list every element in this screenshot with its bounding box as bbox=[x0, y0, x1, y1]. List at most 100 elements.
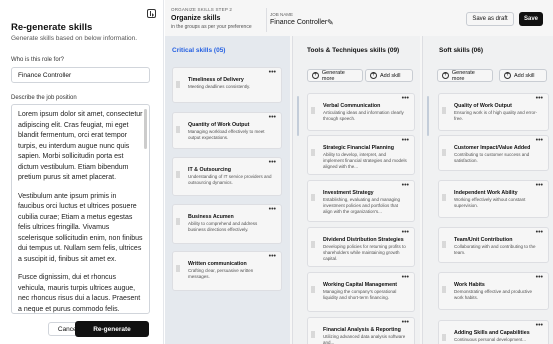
drag-handle-icon[interactable] bbox=[311, 149, 315, 156]
drag-handle-icon[interactable] bbox=[176, 218, 180, 225]
description-paragraph: Vestibulum ante ipsum primis in faucibus… bbox=[18, 192, 143, 263]
skill-description: Continuous personal development... bbox=[454, 337, 527, 342]
skill-title: Written communication bbox=[188, 261, 247, 267]
more-options-icon[interactable]: ••• bbox=[269, 114, 276, 121]
more-options-icon[interactable]: ••• bbox=[402, 319, 409, 326]
tools-skills-title: Tools & Techniques skills (09) bbox=[307, 47, 400, 54]
drag-handle-icon[interactable] bbox=[311, 241, 315, 248]
skill-card[interactable]: ••• IT & Outsourcing Understanding of IT… bbox=[172, 157, 282, 196]
plus-icon: + bbox=[370, 72, 377, 79]
more-options-icon[interactable]: ••• bbox=[536, 95, 543, 102]
soft-skills-title: Soft skills (06) bbox=[439, 47, 484, 54]
skill-card[interactable]: ••• Work Habits Demonstrating effective … bbox=[438, 272, 549, 310]
skill-card[interactable]: ••• Timeliness of Delivery Meeting deadl… bbox=[172, 67, 282, 103]
skill-title: Timeliness of Delivery bbox=[188, 77, 244, 83]
drag-handle-icon[interactable] bbox=[442, 149, 446, 156]
skill-title: Working Capital Management bbox=[323, 282, 398, 288]
more-options-icon[interactable]: ••• bbox=[269, 159, 276, 166]
regenerate-button[interactable]: Re-generate bbox=[75, 321, 149, 337]
drag-handle-icon[interactable] bbox=[176, 126, 180, 133]
save-draft-button[interactable]: Save as draft bbox=[466, 12, 514, 26]
more-options-icon[interactable]: ••• bbox=[402, 274, 409, 281]
more-options-icon[interactable]: ••• bbox=[536, 137, 543, 144]
more-options-icon[interactable]: ••• bbox=[536, 274, 543, 281]
drag-handle-icon[interactable] bbox=[442, 107, 446, 114]
skill-card[interactable]: ••• Verbal Communication Articulating id… bbox=[307, 93, 415, 131]
skill-title: Investment Strategy bbox=[323, 190, 374, 196]
role-input[interactable] bbox=[11, 67, 150, 83]
skill-card[interactable]: ••• Financial Analysis & Reporting Utili… bbox=[307, 317, 415, 344]
plus-icon: + bbox=[442, 72, 449, 79]
textarea-scrollbar[interactable] bbox=[144, 109, 147, 149]
add-skill-label: Add skill bbox=[380, 72, 401, 79]
page-subtitle: in the groups as per your preference bbox=[171, 24, 252, 30]
generate-more-label: Generate more bbox=[451, 69, 475, 82]
more-options-icon[interactable]: ••• bbox=[402, 95, 409, 102]
skill-card[interactable]: ••• Working Capital Management Managing … bbox=[307, 272, 415, 312]
skill-description: Working effectively without constant sup… bbox=[454, 197, 526, 208]
skill-description: Articulating ideas and information clear… bbox=[323, 110, 404, 121]
description-paragraph: Fusce dignissim, dui et rhoncus vehicula… bbox=[18, 274, 141, 313]
skill-description: Crafting clear, persuasive written messa… bbox=[188, 268, 254, 279]
drag-handle-icon[interactable] bbox=[442, 286, 446, 293]
more-options-icon[interactable]: ••• bbox=[402, 229, 409, 236]
drag-handle-icon[interactable] bbox=[176, 171, 180, 178]
generate-more-button[interactable]: + Generate more bbox=[437, 69, 493, 82]
description-paragraph: Lorem ipsum dolor sit amet, consectetur … bbox=[18, 111, 143, 181]
pencil-icon[interactable]: ✎ bbox=[327, 18, 334, 27]
skill-description: Meeting deadlines consistently. bbox=[188, 84, 251, 89]
skill-card[interactable]: ••• Team/Unit Contribution Collaborating… bbox=[438, 227, 549, 263]
skill-card[interactable]: ••• Adding Skills and Capabilities Conti… bbox=[438, 320, 549, 344]
more-options-icon[interactable]: ••• bbox=[536, 322, 543, 329]
drag-handle-icon[interactable] bbox=[442, 194, 446, 201]
skill-card[interactable]: ••• Dividend Distribution Strategies Dev… bbox=[307, 227, 415, 267]
skill-title: Dividend Distribution Strategies bbox=[323, 237, 404, 243]
add-skill-button[interactable]: + Add skill bbox=[365, 69, 413, 82]
more-options-icon[interactable]: ••• bbox=[402, 182, 409, 189]
skill-description: Establishing, evaluating and managing in… bbox=[323, 197, 401, 214]
drag-handle-icon[interactable] bbox=[311, 107, 315, 114]
soft-skills-column: Soft skills (06) + Generate more + Add s… bbox=[422, 36, 553, 344]
more-options-icon[interactable]: ••• bbox=[536, 182, 543, 189]
job-name-label: JOB NAME bbox=[270, 12, 294, 17]
skill-card[interactable]: ••• Independent Work Ability Working eff… bbox=[438, 180, 549, 218]
save-button[interactable]: Save bbox=[519, 12, 543, 26]
drag-handle-icon[interactable] bbox=[442, 334, 446, 341]
skill-card[interactable]: ••• Quality of Work Output Ensuring work… bbox=[438, 93, 549, 131]
job-description-textarea[interactable]: Lorem ipsum dolor sit amet, consectetur … bbox=[11, 104, 150, 314]
drag-handle-icon[interactable] bbox=[311, 194, 315, 201]
more-options-icon[interactable]: ••• bbox=[269, 253, 276, 260]
skill-title: Quality of Work Output bbox=[454, 103, 512, 109]
skill-card[interactable]: ••• Written communication Crafting clear… bbox=[172, 251, 282, 291]
collapse-panel-icon[interactable] bbox=[147, 9, 156, 18]
add-skill-label: Add skill bbox=[514, 72, 535, 79]
more-options-icon[interactable]: ••• bbox=[536, 229, 543, 236]
skill-card[interactable]: ••• Strategic Financial Planning Ability… bbox=[307, 135, 415, 175]
panel-subtitle: Generate skills based on below informati… bbox=[11, 35, 138, 42]
more-options-icon[interactable]: ••• bbox=[402, 137, 409, 144]
skill-card[interactable]: ••• Quantity of Work Output Managing wor… bbox=[172, 112, 282, 149]
panel-title: Re-generate skills bbox=[11, 22, 93, 33]
generate-more-button[interactable]: + Generate more bbox=[307, 69, 363, 82]
drag-handle-icon[interactable] bbox=[442, 241, 446, 248]
critical-skills-column: Critical skills (05) ••• Timeliness of D… bbox=[165, 36, 290, 344]
skill-title: Work Habits bbox=[454, 282, 485, 288]
column-scrollbar[interactable] bbox=[297, 96, 299, 136]
tools-skills-column: Tools & Techniques skills (09) + Generat… bbox=[292, 36, 420, 344]
drag-handle-icon[interactable] bbox=[176, 265, 180, 272]
more-options-icon[interactable]: ••• bbox=[269, 206, 276, 213]
drag-handle-icon[interactable] bbox=[311, 286, 315, 293]
drag-handle-icon[interactable] bbox=[311, 331, 315, 338]
skill-card[interactable]: ••• Investment Strategy Establishing, ev… bbox=[307, 180, 415, 222]
drag-handle-icon[interactable] bbox=[176, 81, 180, 88]
skill-card[interactable]: ••• Business Acumen Ability to comprehen… bbox=[172, 204, 282, 244]
column-scrollbar[interactable] bbox=[427, 96, 429, 136]
step-label: ORGANIZE SKILLS STEP 2 bbox=[171, 7, 233, 12]
skill-title: Financial Analysis & Reporting bbox=[323, 327, 401, 333]
skill-title: Verbal Communication bbox=[323, 103, 381, 109]
add-skill-button[interactable]: + Add skill bbox=[499, 69, 547, 82]
page-title: Organize skills bbox=[171, 15, 221, 22]
skill-title: Independent Work Ability bbox=[454, 190, 518, 196]
skill-card[interactable]: ••• Customer Impact/Value Added Contribu… bbox=[438, 135, 549, 171]
more-options-icon[interactable]: ••• bbox=[269, 69, 276, 76]
